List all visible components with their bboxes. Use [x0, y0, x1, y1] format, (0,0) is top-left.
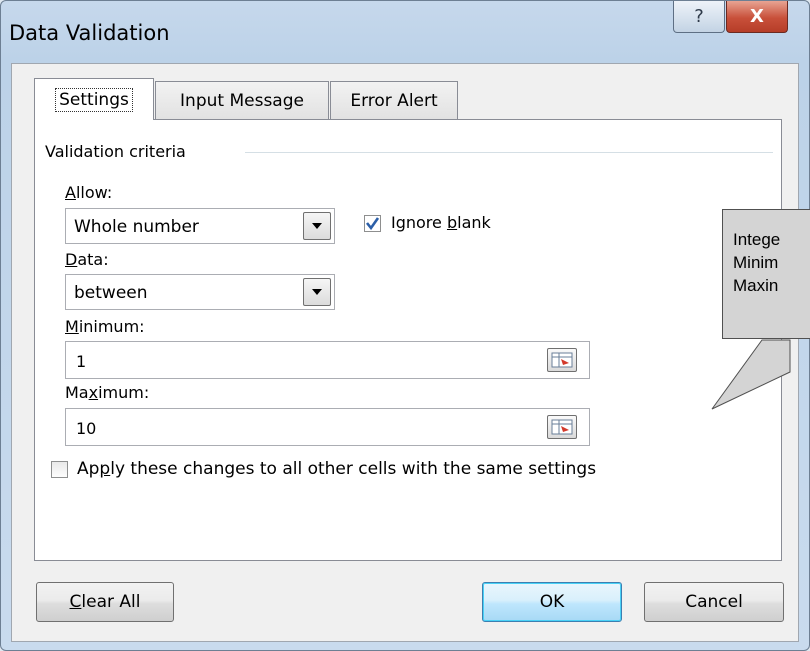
callout-note: Intege Minim Maxin	[722, 209, 810, 339]
data-value: between	[74, 283, 148, 303]
validation-criteria-label: Validation criteria	[45, 142, 186, 161]
settings-panel: Validation criteria Allow: Whole number …	[34, 119, 782, 561]
data-validation-dialog: Data Validation ? X Settings Input Messa…	[0, 0, 810, 651]
help-icon: ?	[694, 6, 704, 27]
ok-label: OK	[539, 592, 565, 612]
tab-settings-label: Settings	[55, 87, 133, 112]
ok-button[interactable]: OK	[482, 582, 622, 622]
maximum-field[interactable]: 10	[65, 408, 590, 446]
apply-all-checkbox[interactable]	[51, 461, 68, 478]
clear-all-label: Clear All	[69, 592, 141, 612]
tab-settings[interactable]: Settings	[34, 78, 154, 120]
dialog-body: Settings Input Message Error Alert Valid…	[11, 63, 799, 642]
dialog-title: Data Validation	[9, 21, 170, 45]
cell-reference-icon	[551, 352, 573, 368]
data-dropdown[interactable]: between	[65, 274, 335, 310]
cell-reference-icon	[551, 419, 573, 435]
cancel-button[interactable]: Cancel	[644, 582, 784, 622]
tab-error-alert[interactable]: Error Alert	[330, 81, 458, 119]
allow-dropdown[interactable]: Whole number	[65, 208, 335, 244]
minimum-field[interactable]: 1	[65, 341, 590, 379]
maximum-value: 10	[76, 419, 97, 438]
ignore-blank-checkbox[interactable]	[364, 215, 381, 232]
maximum-cell-reference-button[interactable]	[547, 415, 577, 439]
apply-all-label: Apply these changes to all other cells w…	[77, 459, 597, 479]
close-button[interactable]: X	[726, 1, 788, 33]
maximum-label: Maximum:	[65, 383, 150, 402]
title-bar[interactable]: Data Validation ? X	[1, 1, 809, 63]
data-dropdown-button[interactable]	[303, 278, 331, 306]
help-button[interactable]: ?	[673, 1, 725, 33]
minimum-cell-reference-button[interactable]	[547, 348, 577, 372]
close-icon: X	[750, 6, 764, 27]
cancel-label: Cancel	[685, 592, 743, 612]
ignore-blank-label: Ignore blank	[391, 213, 491, 232]
chevron-down-icon	[312, 289, 322, 295]
callout-line-2: Minim	[733, 253, 779, 272]
minimum-value: 1	[76, 352, 87, 371]
allow-value: Whole number	[74, 217, 199, 237]
tab-error-alert-label: Error Alert	[350, 90, 438, 111]
clear-all-button[interactable]: Clear All	[36, 582, 174, 622]
chevron-down-icon	[312, 223, 322, 229]
allow-label: Allow:	[65, 183, 113, 202]
callout-line-1: Intege	[733, 230, 781, 249]
callout-line-3: Maxin	[733, 276, 779, 295]
tab-input-message-label: Input Message	[180, 90, 304, 111]
tab-input-message[interactable]: Input Message	[155, 81, 329, 119]
allow-dropdown-button[interactable]	[303, 212, 331, 240]
data-label: Data:	[65, 250, 109, 269]
group-divider	[245, 152, 773, 153]
checkmark-icon	[365, 217, 380, 231]
minimum-label: Minimum:	[65, 317, 145, 336]
